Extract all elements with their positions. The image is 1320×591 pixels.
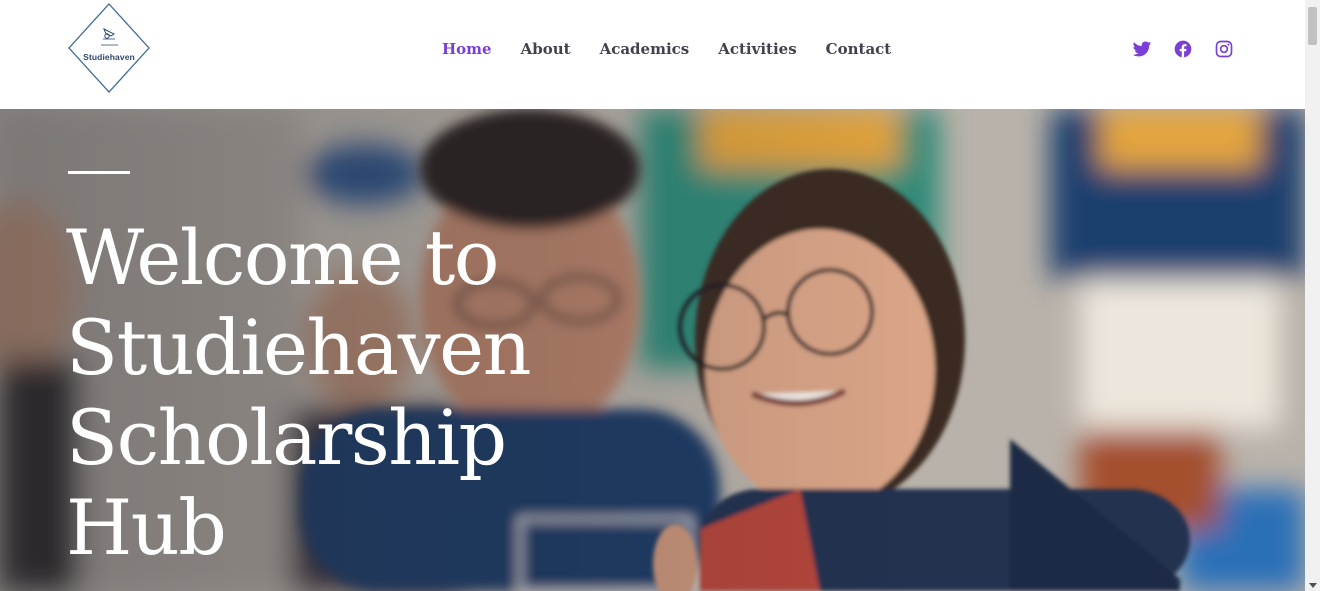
nav-item-contact[interactable]: Contact bbox=[826, 40, 892, 58]
twitter-icon[interactable] bbox=[1132, 39, 1152, 59]
scroll-down-arrow-icon[interactable] bbox=[1309, 583, 1317, 588]
nav-item-academics[interactable]: Academics bbox=[600, 40, 690, 58]
nav-item-about[interactable]: About bbox=[521, 40, 571, 58]
facebook-icon[interactable] bbox=[1173, 39, 1193, 59]
logo-wordmark: Studiehaven bbox=[83, 52, 135, 62]
studiehaven-logo[interactable] bbox=[68, 3, 150, 94]
site-header: Studiehaven Home About Academics Activit… bbox=[0, 0, 1305, 109]
page-scrollbar[interactable] bbox=[1305, 0, 1320, 591]
nav-item-activities[interactable]: Activities bbox=[718, 40, 796, 58]
main-nav: Home About Academics Activities Contact bbox=[442, 38, 920, 60]
nav-item-home[interactable]: Home bbox=[442, 40, 492, 58]
instagram-icon[interactable] bbox=[1214, 39, 1234, 59]
hero-accent-line bbox=[68, 171, 130, 174]
hero-section: Welcome to Studiehaven Scholarship Hub bbox=[0, 109, 1305, 591]
hero-title: Welcome to Studiehaven Scholarship Hub bbox=[66, 213, 532, 572]
scrollbar-thumb[interactable] bbox=[1308, 7, 1317, 45]
